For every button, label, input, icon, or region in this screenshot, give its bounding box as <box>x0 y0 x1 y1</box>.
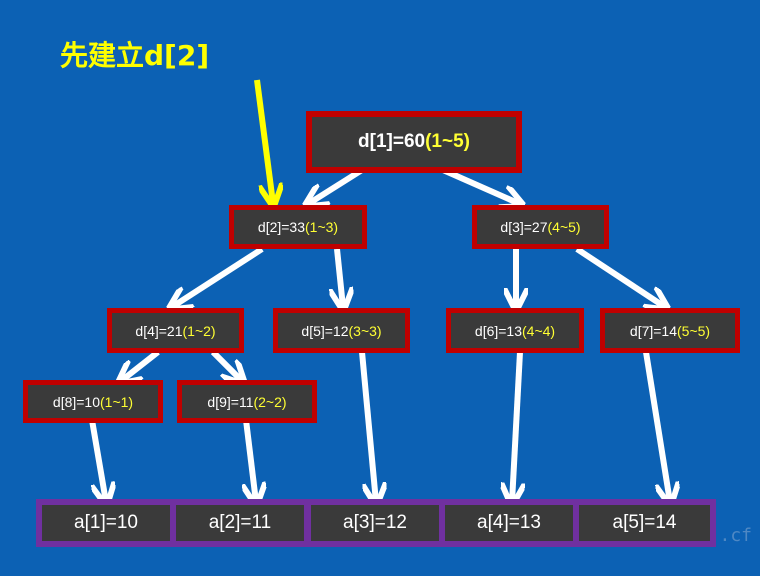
node-d2: d[2]=33 (1~3) <box>229 205 367 249</box>
node-d3-label: d[3]=27 <box>500 219 548 235</box>
node-d7-range: (5~5) <box>677 322 711 339</box>
leaf-a5: a[5]=14 <box>579 505 710 541</box>
node-d4: d[4]=21 (1~2) <box>107 308 244 353</box>
node-d5-range: (3~3) <box>348 322 382 339</box>
edge-d7-a5 <box>643 351 670 502</box>
leaf-a2: a[2]=11 <box>176 505 304 541</box>
edge-d1-d2 <box>308 167 364 204</box>
edge-d2-d5 <box>337 248 343 307</box>
segment-tree-diagram: 先建立d[2] d[1]=60 (1~5) d[2]=33 (1~3) d[3]=2… <box>0 0 760 576</box>
node-d3: d[3]=27 (4~5) <box>472 205 609 249</box>
node-d2-range: (1~3) <box>305 219 339 235</box>
node-d5-label: d[5]=12 <box>301 322 349 339</box>
node-d8-label: d[8]=10 <box>52 393 101 410</box>
edge-d5-a3 <box>359 351 376 502</box>
node-d8-range: (1~1) <box>100 393 134 410</box>
node-d3-range: (4~5) <box>547 219 581 235</box>
highlight-arrow <box>254 79 273 203</box>
leaf-a4: a[4]=13 <box>445 505 573 541</box>
node-d1-label: d[1]=60 <box>358 131 426 152</box>
node-d7: d[7]=14 (5~5) <box>600 308 740 353</box>
node-d9-range: (2~2) <box>253 393 287 410</box>
node-d1-range: (1~5) <box>425 131 470 152</box>
leaf-a3: a[3]=12 <box>311 505 439 541</box>
edge-d9-a2 <box>246 419 256 502</box>
node-d7-label: d[7]=14 <box>629 322 678 339</box>
node-d9-label: d[9]=11 <box>207 393 254 410</box>
node-d1: d[1]=60 (1~5) <box>306 111 522 173</box>
tree-edges <box>89 79 760 576</box>
node-d6: d[6]=13 (4~4) <box>446 308 584 353</box>
edge-d2-d4 <box>172 246 264 307</box>
node-d9: d[9]=11 (2~2) <box>177 380 317 423</box>
edge-d4-d9 <box>210 349 242 381</box>
node-d8: d[8]=10 (1~1) <box>23 380 163 423</box>
node-d6-range: (4~4) <box>522 322 556 339</box>
node-d2-label: d[2]=33 <box>257 219 306 235</box>
edge-d4-d8 <box>121 349 160 381</box>
node-d4-range: (1~2) <box>182 322 216 339</box>
watermark: .cf <box>719 525 752 546</box>
edge-d1-d3 <box>441 167 520 204</box>
caption: 先建立d[2] <box>60 39 210 72</box>
edge-d6-a4 <box>512 351 520 502</box>
node-d4-label: d[4]=21 <box>135 322 183 339</box>
edge-d3-d7 <box>575 246 665 307</box>
node-d6-label: d[6]=13 <box>474 322 523 339</box>
node-d5: d[5]=12 (3~3) <box>273 308 410 353</box>
edge-d8-a1 <box>89 419 106 502</box>
leaf-a1: a[1]=10 <box>42 505 170 541</box>
